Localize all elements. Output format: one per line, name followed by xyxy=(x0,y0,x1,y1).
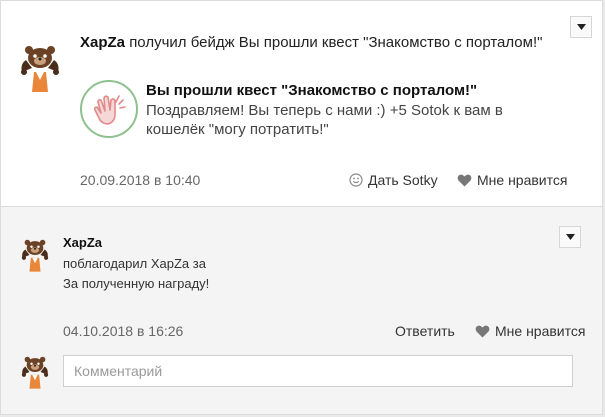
comment-text-line1: поблагодарил XapZa за xyxy=(63,256,206,271)
current-user-avatar[interactable] xyxy=(17,354,53,390)
caret-down-icon xyxy=(576,24,586,30)
comment-text-line2: За полученную награду! xyxy=(63,276,210,291)
give-sotky-button[interactable]: Дать Sotky xyxy=(349,172,438,188)
smile-icon xyxy=(349,173,363,187)
reply-label: Ответить xyxy=(395,323,455,339)
reply-button[interactable]: Ответить xyxy=(395,323,455,339)
badge-title: Вы прошли квест "Знакомство с порталом!" xyxy=(146,82,478,99)
caret-down-icon xyxy=(565,234,575,240)
feed-card: XapZa получил бейдж Вы прошли квест "Зна… xyxy=(0,0,603,415)
comment-input[interactable] xyxy=(63,355,573,387)
clapping-hands-icon xyxy=(93,95,126,125)
post: XapZa получил бейдж Вы прошли квест "Зна… xyxy=(1,1,602,206)
post-like-label: Мне нравится xyxy=(477,172,568,188)
avatar[interactable] xyxy=(14,42,66,94)
comment-avatar[interactable] xyxy=(17,237,53,273)
give-sotky-label: Дать Sotky xyxy=(368,172,438,188)
post-action-text: получил бейдж Вы прошли квест "Знакомств… xyxy=(129,34,543,51)
post-date[interactable]: 20.09.2018 в 10:40 xyxy=(80,172,200,188)
post-author-link[interactable]: XapZa xyxy=(80,34,125,51)
comment-like-label: Мне нравится xyxy=(495,323,586,339)
comment-menu-button[interactable] xyxy=(559,226,581,248)
heart-icon xyxy=(457,174,472,186)
post-headline: XapZa получил бейдж Вы прошли квест "Зна… xyxy=(80,34,542,51)
post-like-button[interactable]: Мне нравится xyxy=(457,172,567,188)
comment-date[interactable]: 04.10.2018 в 16:26 xyxy=(63,323,183,339)
post-menu-button[interactable] xyxy=(570,16,592,38)
heart-icon xyxy=(475,325,490,337)
comment-author-link[interactable]: XapZa xyxy=(63,235,102,250)
badge-icon xyxy=(80,80,138,138)
comment-like-button[interactable]: Мне нравится xyxy=(475,323,585,339)
badge-description: Поздравляем! Вы теперь с нами :) +5 Soto… xyxy=(146,102,503,138)
